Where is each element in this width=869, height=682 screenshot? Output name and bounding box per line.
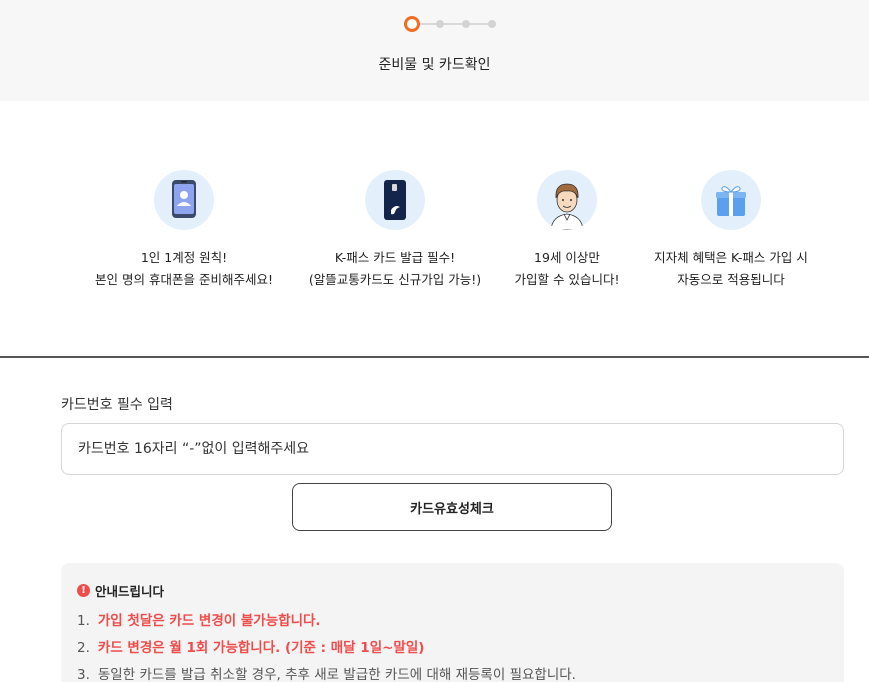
- section-divider: [0, 356, 869, 358]
- step-title: 준비물 및 카드확인: [378, 57, 491, 73]
- step-2-dot: [436, 20, 444, 28]
- notice-header: ! 안내드립니다: [77, 581, 828, 600]
- feature-one-account: 1인 1계정 원칙! 본인 명의 휴대폰을 준비해주세요!: [64, 170, 304, 291]
- feature-line2: 자동으로 적용됩니다: [677, 272, 785, 287]
- step-connector-line: [418, 23, 490, 25]
- card-number-label: 카드번호 필수 입력: [61, 397, 173, 413]
- progress-header: 준비물 및 카드확인: [0, 0, 869, 101]
- notice-list: 1. 가입 첫달은 카드 변경이 불가능합니다. 2. 카드 변경은 월 1회 가능…: [77, 608, 828, 682]
- adult-person-icon: [537, 170, 597, 230]
- step-4-dot: [488, 20, 496, 28]
- alert-icon: !: [77, 584, 90, 597]
- notice-title: 안내드립니다: [95, 584, 165, 599]
- card-number-input[interactable]: [61, 423, 844, 475]
- step-3-dot: [462, 20, 470, 28]
- step-indicator: [404, 15, 496, 33]
- notice-item: 3. 동일한 카드를 발급 취소할 경우, 추후 새로 발급한 카드에 대해 재등…: [77, 662, 828, 682]
- feature-line1: 1인 1계정 원칙!: [140, 250, 228, 265]
- notice-item-text: 가입 첫달은 카드 변경이 불가능합니다.: [97, 613, 321, 629]
- notice-item-text: 카드 변경은 월 1회 가능합니다. (기준 : 매달 1일~말일): [97, 640, 425, 656]
- notice-item-text: 동일한 카드를 발급 취소할 경우, 추후 새로 발급한 카드에 대해 재등록이…: [97, 667, 576, 682]
- notice-item: 1. 가입 첫달은 카드 변경이 불가능합니다.: [77, 608, 828, 635]
- feature-line2: 본인 명의 휴대폰을 준비해주세요!: [95, 272, 273, 287]
- card-validity-check-button[interactable]: 카드유효성체크: [292, 483, 612, 531]
- smartphone-user-icon: [154, 170, 214, 230]
- feature-local-benefit: 지자체 혜택은 K-패스 가입 시 자동으로 적용됩니다: [611, 170, 851, 291]
- gift-box-icon: [701, 170, 761, 230]
- notice-item-number: 2.: [77, 640, 90, 656]
- notice-item-number: 1.: [77, 613, 90, 629]
- notice-item: 2. 카드 변경은 월 1회 가능합니다. (기준 : 매달 1일~말일): [77, 635, 828, 662]
- notice-item-number: 3.: [77, 667, 90, 682]
- transit-card-icon: [365, 170, 425, 230]
- notice-box: ! 안내드립니다 1. 가입 첫달은 카드 변경이 불가능합니다. 2. 카드 변경…: [61, 563, 844, 682]
- feature-line1: 지자체 혜택은 K-패스 가입 시: [654, 250, 808, 265]
- step-1-active-dot: [404, 16, 420, 32]
